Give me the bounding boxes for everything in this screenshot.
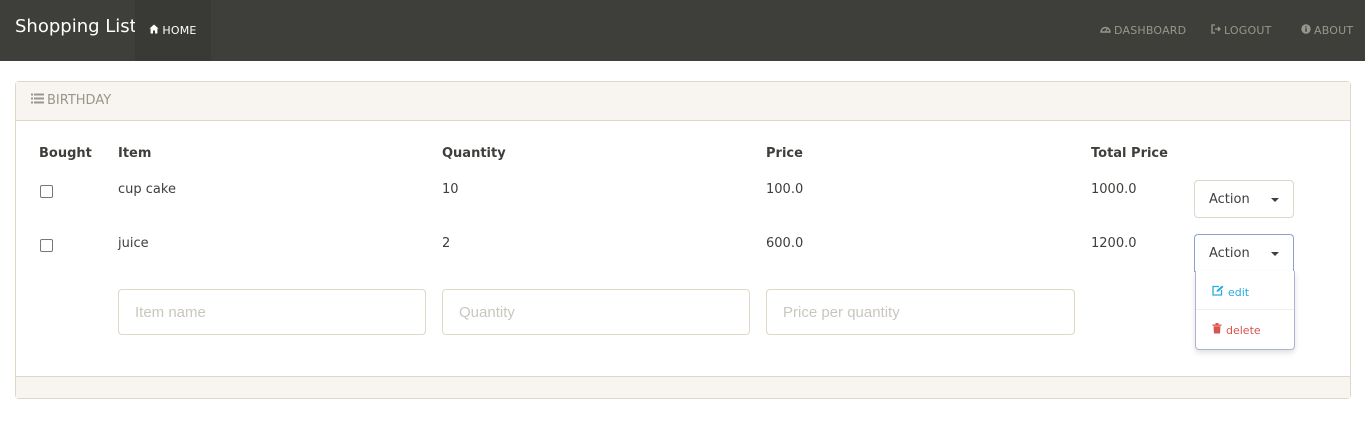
item-name-input[interactable]	[118, 289, 426, 335]
price-cell: 100.0	[766, 182, 804, 197]
panel-heading: BIRTHDAY	[16, 82, 1350, 121]
quantity-cell: 2	[442, 236, 451, 251]
info-icon	[1301, 24, 1314, 37]
list-icon	[31, 93, 47, 108]
column-header-price: Price	[766, 146, 803, 161]
app-title[interactable]: Shopping List	[15, 16, 137, 37]
delete-label: delete	[1226, 323, 1261, 337]
item-cell: juice	[118, 236, 149, 251]
price-per-quantity-input[interactable]	[766, 289, 1075, 335]
trash-icon	[1212, 323, 1226, 337]
column-header-bought: Bought	[39, 146, 92, 161]
bought-checkbox[interactable]	[40, 239, 53, 252]
caret-down-icon	[1271, 252, 1279, 256]
nav-logout-label: LOGOUT	[1224, 24, 1272, 37]
column-header-quantity: Quantity	[442, 146, 506, 161]
dashboard-icon	[1100, 24, 1114, 37]
nav-dashboard-label: DASHBOARD	[1114, 24, 1187, 37]
panel-footer	[16, 376, 1350, 398]
edit-icon	[1212, 285, 1228, 299]
panel-title: BIRTHDAY	[31, 93, 111, 108]
nav-home[interactable]: HOME	[135, 0, 211, 61]
dropdown-divider	[1196, 309, 1294, 310]
action-button-label: Action	[1209, 245, 1250, 261]
price-cell: 600.0	[766, 236, 804, 251]
quantity-cell: 10	[442, 182, 459, 197]
nav-dashboard[interactable]: DASHBOARD	[1100, 0, 1186, 61]
dropdown-item-delete[interactable]: delete	[1212, 323, 1261, 337]
column-header-item: Item	[118, 146, 152, 161]
logout-icon	[1211, 24, 1224, 37]
bought-checkbox[interactable]	[40, 185, 53, 198]
list-title: BIRTHDAY	[47, 93, 112, 108]
column-header-total-price: Total Price	[1091, 146, 1168, 161]
nav-about[interactable]: ABOUT	[1301, 0, 1353, 61]
quantity-input[interactable]	[442, 289, 750, 335]
total-price-cell: 1000.0	[1091, 182, 1137, 197]
shopping-list-panel: BIRTHDAY Bought Item Quantity Price Tota…	[15, 81, 1351, 399]
total-price-cell: 1200.0	[1091, 236, 1137, 251]
item-cell: cup cake	[118, 182, 176, 197]
navbar: Shopping List HOME DASHBOARD LOGOUT ABOU…	[0, 0, 1365, 61]
action-dropdown-menu: edit delete	[1195, 271, 1295, 350]
edit-label: edit	[1228, 285, 1250, 299]
nav-about-label: ABOUT	[1314, 24, 1354, 37]
dropdown-item-edit[interactable]: edit	[1212, 285, 1249, 299]
nav-logout[interactable]: LOGOUT	[1211, 0, 1272, 61]
action-dropdown-button[interactable]: Action	[1194, 180, 1294, 218]
home-icon	[149, 24, 162, 37]
action-button-label: Action	[1209, 191, 1250, 207]
action-dropdown-button[interactable]: Action	[1194, 234, 1294, 272]
caret-down-icon	[1271, 198, 1279, 202]
nav-home-label: HOME	[162, 24, 197, 37]
